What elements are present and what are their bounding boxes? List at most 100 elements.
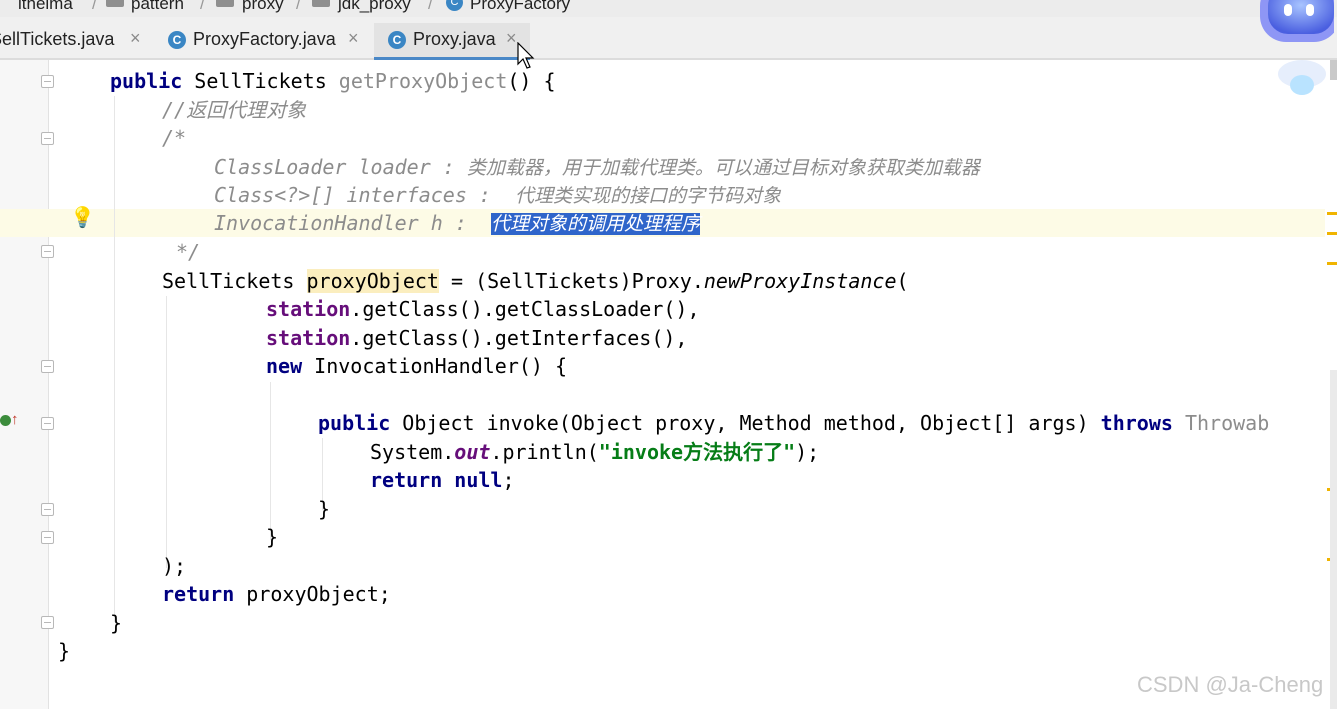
fold-marker[interactable] — [41, 132, 54, 145]
keyword: throws — [1100, 411, 1173, 435]
code-text: = (SellTickets)Proxy. — [438, 269, 704, 293]
editor-gutter — [0, 60, 49, 709]
code-line-1[interactable]: public SellTickets getProxyObject() { — [110, 67, 556, 95]
folder-icon — [216, 0, 234, 7]
indent-guide — [166, 296, 167, 568]
fold-marker[interactable] — [41, 75, 54, 88]
breadcrumb-item-itheima[interactable]: itheima — [18, 0, 73, 14]
editor-tab-bar: SellTickets.java × C ProxyFactory.java ×… — [0, 17, 1337, 60]
ai-assistant-robot-icon[interactable] — [1254, 0, 1334, 100]
code-line-19[interactable]: return proxyObject; — [162, 580, 391, 608]
code-text: .getClass().getInterfaces(), — [350, 326, 688, 350]
static-field: out — [454, 440, 491, 464]
folder-icon — [312, 0, 330, 7]
fold-marker[interactable] — [41, 360, 54, 373]
code-line-14[interactable]: System.out.println("invoke方法执行了"); — [370, 438, 819, 466]
indent-guide — [270, 382, 271, 540]
breadcrumb-separator: / — [92, 0, 97, 13]
lightbulb-icon[interactable]: 💡 — [70, 205, 95, 230]
code-text: ); — [795, 440, 820, 464]
code-line-7[interactable]: */ — [176, 238, 200, 266]
breadcrumb-item-proxy[interactable]: proxy — [242, 0, 284, 14]
fold-marker[interactable] — [41, 616, 54, 629]
code-line-21[interactable]: } — [58, 637, 70, 665]
watermark: CSDN @Ja-Cheng — [1137, 672, 1324, 697]
field-name: station — [266, 326, 351, 350]
breadcrumb-item-jdk-proxy[interactable]: jdk_proxy — [338, 0, 411, 14]
code-text: ); — [162, 554, 187, 578]
class-icon: C — [446, 0, 463, 11]
code-text: .getClass().getClassLoader(), — [350, 297, 700, 321]
keyword: public — [110, 69, 183, 93]
code-line-9[interactable]: station.getClass().getClassLoader(), — [266, 295, 700, 323]
code-line-8[interactable]: SellTickets proxyObject = (SellTickets)P… — [162, 267, 909, 295]
tab-proxyfactory[interactable]: C ProxyFactory.java × — [158, 23, 368, 57]
code-line-20[interactable]: } — [110, 609, 122, 637]
tab-selltickets[interactable]: SellTickets.java × — [0, 23, 150, 57]
code-text: SellTickets — [194, 69, 327, 93]
selected-text[interactable]: 代理对象的调用处理程序 — [490, 213, 700, 235]
code-text: () { — [507, 69, 556, 93]
close-icon[interactable]: × — [348, 28, 359, 49]
tab-label: ProxyFactory.java — [193, 29, 336, 49]
warning-marker[interactable] — [1327, 262, 1337, 265]
comment: 类加载器，用于加载代理类。可以通过目标对象获取类加载器 — [466, 157, 980, 179]
fold-marker[interactable] — [41, 531, 54, 544]
folder-icon — [106, 0, 124, 7]
code-line-3[interactable]: /* — [162, 124, 186, 152]
code-line-11[interactable]: new InvocationHandler() { — [266, 352, 567, 380]
code-line-5[interactable]: Class<?>[] interfaces : 代理类实现的接口的字节码对象 — [214, 181, 781, 209]
breadcrumb-item-pattern[interactable]: pattern — [131, 0, 184, 14]
tab-proxy[interactable]: C Proxy.java × — [374, 23, 530, 60]
string-literal: "invoke方法执行了" — [598, 440, 796, 464]
breadcrumb-separator: / — [200, 0, 205, 13]
code-text: proxyObject; — [234, 582, 391, 606]
static-method: newProxyInstance — [703, 269, 897, 293]
code-text: SellTickets — [162, 269, 307, 293]
code-text: Object invoke(Object proxy, Method metho… — [390, 411, 1101, 435]
comment: /* — [162, 126, 187, 150]
code-text: Throwab — [1172, 411, 1270, 435]
variable-highlight: proxyObject — [306, 269, 439, 293]
code-text: ; — [502, 468, 515, 492]
code-line-17[interactable]: } — [266, 523, 278, 551]
comment: ClassLoader loader : — [214, 155, 467, 179]
keyword: null — [454, 468, 503, 492]
override-method-icon[interactable]: ↑ — [0, 411, 19, 428]
comment: //返回代理对象 — [162, 98, 307, 122]
code-line-10[interactable]: station.getClass().getInterfaces(), — [266, 324, 687, 352]
mouse-cursor-icon — [517, 42, 535, 69]
code-line-13[interactable]: public Object invoke(Object proxy, Metho… — [318, 409, 1269, 437]
code-line-4[interactable]: ClassLoader loader : 类加载器，用于加载代理类。可以通过目标… — [214, 153, 980, 181]
comment: InvocationHandler h : — [214, 211, 491, 235]
keyword: return — [370, 468, 443, 492]
code-line-6[interactable]: InvocationHandler h : 代理对象的调用处理程序 — [214, 209, 700, 237]
breadcrumb-separator: / — [428, 0, 433, 13]
code-line-15[interactable]: return null; — [370, 466, 515, 494]
keyword: new — [266, 354, 303, 378]
fold-marker[interactable] — [41, 503, 54, 516]
class-icon: C — [388, 31, 406, 49]
scrollbar-top[interactable] — [1330, 60, 1337, 80]
breadcrumb-separator: / — [296, 0, 301, 13]
warning-marker[interactable] — [1327, 232, 1337, 235]
code-text: System. — [370, 440, 455, 464]
code-text: ( — [896, 269, 909, 293]
fold-marker[interactable] — [41, 245, 54, 258]
indent-guide — [114, 96, 115, 622]
breadcrumb-item-proxyfactory[interactable]: ProxyFactory — [470, 0, 570, 14]
code-line-2[interactable]: //返回代理对象 — [162, 96, 306, 124]
field-name: station — [266, 297, 351, 321]
code-text: .println( — [490, 440, 599, 464]
code-text: } — [266, 525, 279, 549]
method-name: getProxyObject — [338, 69, 508, 93]
close-icon[interactable]: × — [130, 28, 141, 49]
close-icon[interactable]: × — [506, 28, 517, 49]
class-icon: C — [168, 31, 186, 49]
comment: */ — [176, 240, 201, 264]
warning-marker[interactable] — [1327, 212, 1337, 215]
code-line-16[interactable]: } — [318, 495, 330, 523]
vertical-scrollbar[interactable] — [1330, 370, 1337, 709]
code-line-18[interactable]: ); — [162, 552, 186, 580]
fold-marker[interactable] — [41, 417, 54, 430]
